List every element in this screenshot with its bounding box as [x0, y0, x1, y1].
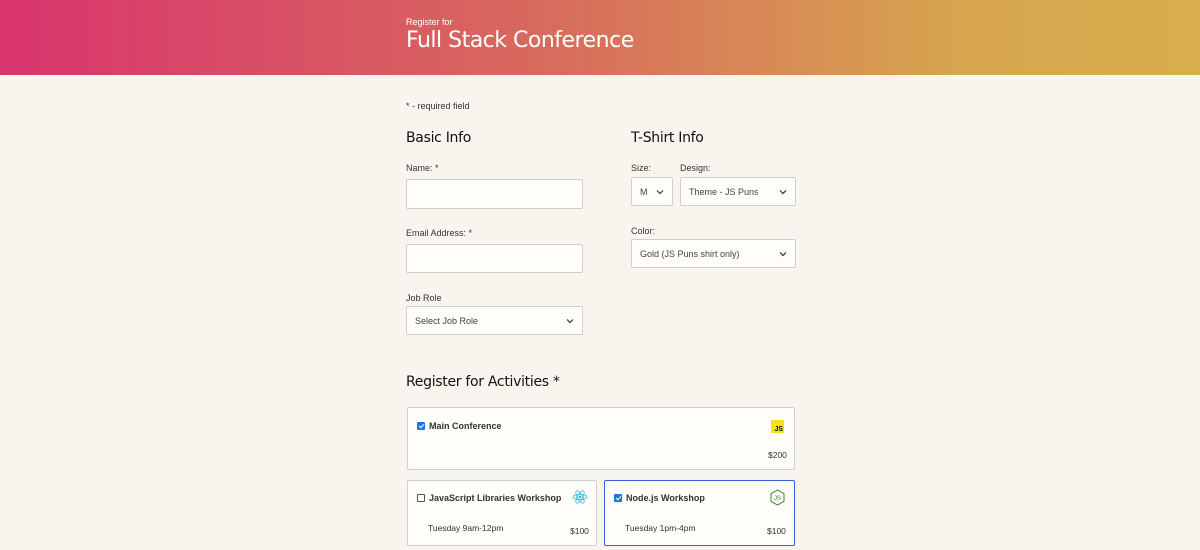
job-role-selected-value: Select Job Role: [415, 315, 479, 326]
color-label: Color:: [631, 226, 656, 236]
tshirt-info-heading: T-Shirt Info: [631, 130, 704, 146]
email-input[interactable]: [406, 244, 583, 273]
nodejs-icon: JS: [770, 489, 785, 511]
name-input[interactable]: [406, 179, 583, 209]
chevron-down-icon: [656, 189, 664, 194]
color-select[interactable]: Gold (JS Puns shirt only): [631, 239, 796, 268]
page-header: Register for Full Stack Conference: [0, 0, 1200, 75]
activity-price: $200: [768, 450, 787, 460]
chevron-down-icon: [566, 318, 574, 323]
activity-time: Tuesday 1pm-4pm: [625, 523, 696, 533]
javascript-icon: JS: [771, 420, 784, 433]
design-label: Design:: [680, 163, 711, 173]
activities-heading: Register for Activities *: [406, 374, 560, 390]
page-title: Full Stack Conference: [406, 28, 634, 53]
activity-card-main-conference[interactable]: Main Conference JS $200: [407, 407, 795, 470]
chevron-down-icon: [779, 251, 787, 256]
activity-name: JavaScript Libraries Workshop: [429, 493, 562, 503]
email-label: Email Address: *: [406, 228, 473, 238]
activity-name: Main Conference: [429, 421, 502, 431]
job-role-select[interactable]: Select Job Role: [406, 306, 583, 335]
name-label: Name: *: [406, 163, 439, 173]
activity-name: Node.js Workshop: [626, 493, 705, 503]
header-pretitle: Register for: [406, 17, 453, 27]
size-select[interactable]: M: [631, 177, 673, 206]
main-conference-checkbox[interactable]: [417, 422, 425, 430]
activity-price: $100: [570, 526, 589, 536]
size-selected-value: M: [640, 186, 648, 197]
activity-time: Tuesday 9am-12pm: [428, 523, 504, 533]
activity-price: $100: [767, 526, 786, 536]
job-role-label: Job Role: [406, 293, 442, 303]
svg-text:JS: JS: [774, 496, 781, 502]
required-field-note: * - required field: [406, 101, 470, 111]
design-selected-value: Theme - JS Puns: [689, 186, 759, 197]
basic-info-heading: Basic Info: [406, 130, 472, 146]
js-libraries-checkbox[interactable]: [417, 494, 425, 502]
color-selected-value: Gold (JS Puns shirt only): [640, 248, 740, 259]
design-select[interactable]: Theme - JS Puns: [680, 177, 796, 206]
nodejs-checkbox[interactable]: [614, 494, 622, 502]
react-icon: [572, 489, 588, 510]
activity-card-nodejs[interactable]: Node.js Workshop JS Tuesday 1pm-4pm $100: [604, 480, 795, 546]
chevron-down-icon: [779, 189, 787, 194]
size-label: Size:: [631, 163, 652, 173]
activity-card-js-libraries[interactable]: JavaScript Libraries Workshop Tuesday 9a…: [407, 480, 597, 546]
